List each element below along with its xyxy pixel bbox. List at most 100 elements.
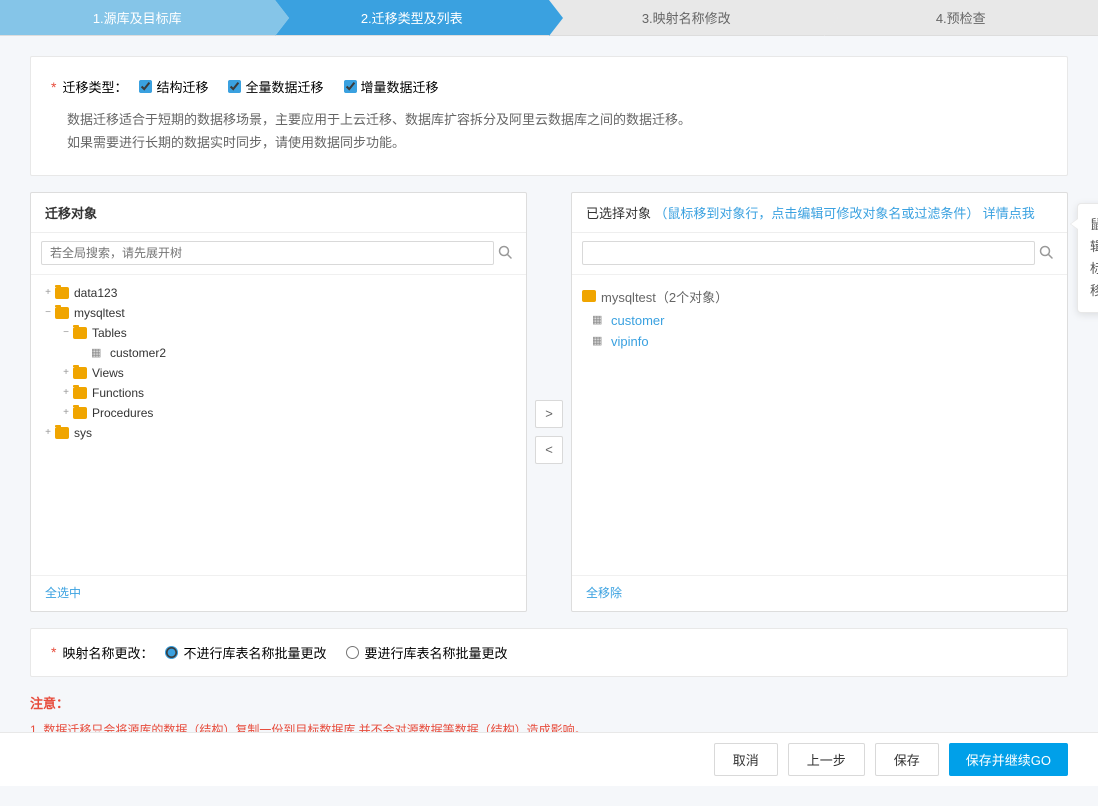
tree-item-functions[interactable]: + Functions — [31, 383, 526, 403]
mapping-section: * 映射名称更改： 不进行库表名称批量更改 要进行库表名称批量更改 — [30, 628, 1068, 677]
step-4[interactable]: 4.预检查 — [824, 0, 1098, 35]
right-panel-search — [572, 233, 1067, 275]
folder-icon-mysqltest-right — [582, 290, 596, 302]
tree-item-sys[interactable]: + sys — [31, 423, 526, 443]
main-content: * 迁移类型： 结构迁移 全量数据迁移 增量数据迁移 数据迁移适合于短期的数据移… — [0, 36, 1098, 806]
tree-label-functions: Functions — [92, 386, 144, 400]
incremental-migration-checkbox[interactable]: 增量数据迁移 — [344, 77, 439, 96]
folder-icon-views — [73, 367, 87, 379]
add-arrow-icon: > — [545, 406, 553, 421]
structural-migration-checkbox[interactable]: 结构迁移 — [139, 77, 208, 96]
selected-items-list: mysqltest（2个对象） ▦ customer ▦ vipinfo — [572, 275, 1067, 575]
tree-item-customer2[interactable]: ▦ customer2 — [31, 343, 526, 363]
tree-label-customer2: customer2 — [110, 346, 166, 360]
tree-item-views[interactable]: + Views — [31, 363, 526, 383]
right-panel-footer: 全移除 — [572, 575, 1067, 609]
migration-description: 数据迁移适合于短期的数据移场景，主要应用于上云迁移、数据库扩容拆分及阿里云数据库… — [67, 108, 1047, 155]
right-panel-title: 已选择对象 — [586, 206, 651, 221]
do-batch-label: 要进行库表名称批量更改 — [364, 643, 507, 662]
prev-button[interactable]: 上一步 — [788, 743, 865, 776]
right-search-button[interactable] — [1035, 241, 1057, 266]
selected-item-vipinfo[interactable]: ▦ vipinfo — [572, 331, 1067, 352]
full-checkbox[interactable] — [228, 80, 241, 93]
search-icon — [498, 245, 512, 259]
selected-item-customer[interactable]: ▦ customer — [572, 310, 1067, 331]
tree-label-sys: sys — [74, 426, 92, 440]
tooltip-text: 鼠标移到对象上，点击编辑入口，即可配置源跟目标实例的对象名映射及迁移列选择 — [1090, 217, 1098, 298]
tree-label-views: Views — [92, 366, 124, 380]
step-2-label: 2.迁移类型及列表 — [361, 8, 463, 27]
tree-item-mysqltest[interactable]: − mysqltest — [31, 303, 526, 323]
mapping-required-star: * — [51, 644, 56, 660]
remove-arrow-icon: < — [545, 442, 553, 457]
tooltip-box: 鼠标移到对象上，点击编辑入口，即可配置源跟目标实例的对象名映射及迁移列选择 — [1077, 203, 1098, 313]
toggle-sys[interactable]: + — [41, 427, 55, 438]
no-batch-radio-item[interactable]: 不进行库表名称批量更改 — [165, 643, 326, 662]
right-panel: 已选择对象 （鼠标移到对象行，点击编辑可修改对象名或过滤条件） 详情点我 mys… — [571, 192, 1068, 612]
full-migration-checkbox[interactable]: 全量数据迁移 — [228, 77, 323, 96]
toggle-functions[interactable]: + — [59, 387, 73, 398]
remove-from-right-button[interactable]: < — [535, 436, 563, 464]
tree-item-tables[interactable]: − Tables — [31, 323, 526, 343]
incremental-label: 增量数据迁移 — [361, 77, 439, 96]
stepper: 1.源库及目标库 2.迁移类型及列表 3.映射名称修改 4.预检查 — [0, 0, 1098, 36]
next-button[interactable]: 保存并继续GO — [949, 743, 1068, 776]
right-panel-detail-link[interactable]: 详情点我 — [983, 206, 1035, 221]
tree-item-data123[interactable]: + data123 — [31, 283, 526, 303]
structural-checkbox[interactable] — [139, 80, 152, 93]
remove-all-button[interactable]: 全移除 — [586, 584, 622, 601]
toggle-views[interactable]: + — [59, 367, 73, 378]
migration-type-label: 迁移类型： — [62, 77, 127, 96]
folder-icon-sys — [55, 427, 69, 439]
migration-type-row: * 迁移类型： 结构迁移 全量数据迁移 增量数据迁移 — [51, 77, 1047, 96]
step-1-label: 1.源库及目标库 — [93, 8, 182, 27]
folder-icon-tables — [73, 327, 87, 339]
selected-group-label: mysqltest（2个对象） — [601, 287, 728, 306]
step-1[interactable]: 1.源库及目标库 — [0, 0, 275, 35]
tree-item-procedures[interactable]: + Procedures — [31, 403, 526, 423]
tree-label-tables: Tables — [92, 326, 127, 340]
toggle-tables[interactable]: − — [59, 327, 73, 338]
add-to-right-button[interactable]: > — [535, 400, 563, 428]
do-batch-radio-item[interactable]: 要进行库表名称批量更改 — [346, 643, 507, 662]
folder-icon-procedures — [73, 407, 87, 419]
selected-group-mysqltest: mysqltest（2个对象） — [572, 283, 1067, 310]
search-input[interactable] — [41, 241, 494, 265]
right-panel-header: 已选择对象 （鼠标移到对象行，点击编辑可修改对象名或过滤条件） 详情点我 — [572, 193, 1067, 233]
right-panel-hint: （鼠标移到对象行，点击编辑可修改对象名或过滤条件） — [654, 206, 979, 221]
folder-icon-data123 — [55, 287, 69, 299]
selected-item-customer-label: customer — [611, 313, 664, 328]
mapping-row: * 映射名称更改： 不进行库表名称批量更改 要进行库表名称批量更改 — [51, 643, 1047, 662]
select-all-button[interactable]: 全选中 — [45, 584, 81, 601]
cancel-button[interactable]: 取消 — [714, 743, 778, 776]
mapping-label: 映射名称更改： — [62, 643, 153, 662]
toggle-procedures[interactable]: + — [59, 407, 73, 418]
toggle-mysqltest[interactable]: − — [41, 307, 55, 318]
tree-label-procedures: Procedures — [92, 406, 153, 420]
full-label: 全量数据迁移 — [245, 77, 323, 96]
step-3-label: 3.映射名称修改 — [642, 8, 731, 27]
search-button[interactable] — [494, 241, 516, 266]
no-batch-radio[interactable] — [165, 646, 178, 659]
left-panel: 迁移对象 + data123 − — [30, 192, 527, 612]
notes-title: 注意： — [30, 693, 1068, 712]
save-button[interactable]: 保存 — [875, 743, 939, 776]
table-icon-vipinfo-right: ▦ — [592, 334, 606, 348]
incremental-checkbox[interactable] — [344, 80, 357, 93]
tree-container: + data123 − mysqltest − Tables — [31, 275, 526, 575]
step-2[interactable]: 2.迁移类型及列表 — [275, 0, 550, 35]
toggle-data123[interactable]: + — [41, 287, 55, 298]
left-panel-footer: 全选中 — [31, 575, 526, 609]
step-3[interactable]: 3.映射名称修改 — [549, 0, 824, 35]
folder-icon-functions — [73, 387, 87, 399]
migration-desc-line2: 如果需要进行长期的数据实时同步，请使用数据同步功能。 — [67, 131, 1047, 154]
structural-label: 结构迁移 — [156, 77, 208, 96]
table-icon-customer-right: ▦ — [592, 313, 606, 327]
step-4-label: 4.预检查 — [936, 8, 986, 27]
tree-label-mysqltest: mysqltest — [74, 306, 125, 320]
table-icon-customer2: ▦ — [91, 346, 105, 360]
required-star: * — [51, 79, 56, 95]
migration-desc-line1: 数据迁移适合于短期的数据移场景，主要应用于上云迁移、数据库扩容拆分及阿里云数据库… — [67, 108, 1047, 131]
do-batch-radio[interactable] — [346, 646, 359, 659]
right-search-input[interactable] — [582, 241, 1035, 265]
